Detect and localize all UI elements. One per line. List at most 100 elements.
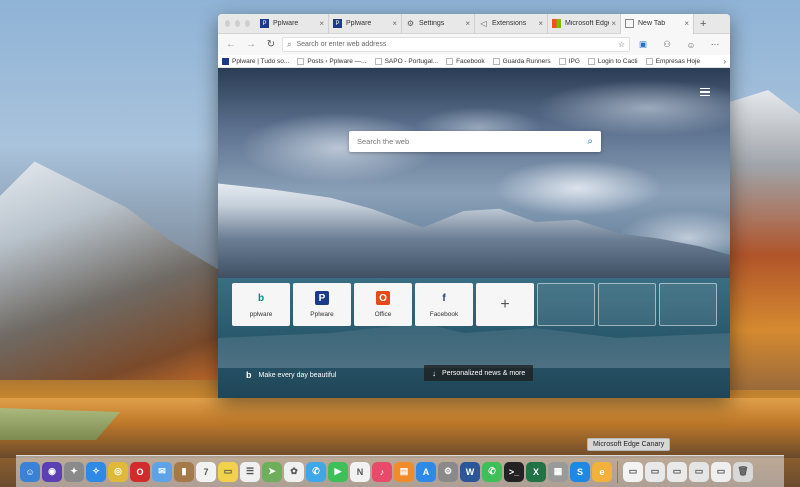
system-preferences-icon[interactable]: ⚙ bbox=[438, 461, 458, 482]
mail-icon[interactable]: ✉ bbox=[152, 461, 172, 482]
empty-site-tile[interactable] bbox=[598, 283, 656, 326]
tab-extensions[interactable]: ◁ Extensions × bbox=[475, 14, 548, 34]
tab-label: Extensions bbox=[492, 20, 527, 27]
doc-2-icon[interactable]: ▭ bbox=[645, 461, 665, 482]
address-bar[interactable]: ⌕ Search or enter web address ☆ bbox=[282, 37, 630, 52]
favorite-link[interactable]: SAPO - Portugal... bbox=[374, 57, 439, 65]
close-icon[interactable]: × bbox=[392, 19, 397, 28]
page-icon bbox=[374, 57, 382, 65]
favorite-label: Posts ‹ Pplware —... bbox=[307, 57, 367, 65]
new-tab-button[interactable]: + bbox=[694, 18, 706, 30]
favorite-label: IPG bbox=[568, 57, 580, 65]
tab-pplware-1[interactable]: P Pplware × bbox=[256, 14, 329, 34]
close-icon[interactable]: × bbox=[538, 19, 543, 28]
favorite-link[interactable]: Guarda Runners bbox=[492, 57, 551, 65]
favorite-label: Empresas Hoje bbox=[655, 57, 701, 65]
page-icon bbox=[446, 57, 454, 65]
stickies-icon[interactable]: ▭ bbox=[218, 461, 238, 482]
add-site-tile[interactable]: + bbox=[476, 283, 534, 326]
top-site-tile-facebook[interactable]: f Facebook bbox=[415, 283, 473, 326]
maps-icon[interactable]: ➤ bbox=[262, 461, 282, 482]
favorites-overflow-chevron-icon[interactable]: › bbox=[723, 57, 726, 66]
terminal-icon[interactable]: >_ bbox=[504, 461, 524, 482]
search-icon[interactable]: ⌕ bbox=[587, 136, 593, 147]
navigation-toolbar: ← → ↻ ⌕ Search or enter web address ☆ ▣ … bbox=[218, 34, 730, 55]
favorite-link[interactable]: IPG bbox=[558, 57, 580, 65]
finder-icon[interactable]: ☺ bbox=[20, 461, 40, 482]
zoom-window-button[interactable] bbox=[245, 20, 250, 27]
tile-label: Pplware bbox=[310, 311, 334, 318]
page-settings-menu-icon[interactable] bbox=[700, 88, 710, 96]
opera-icon[interactable]: O bbox=[130, 461, 150, 482]
desktop-wallpaper-mountain-left bbox=[0, 161, 230, 380]
favorites-bar: Pplware | Tudo so... Posts ‹ Pplware —..… bbox=[218, 55, 730, 68]
page-icon bbox=[645, 57, 653, 65]
favorite-link[interactable]: Empresas Hoje bbox=[645, 57, 701, 65]
close-window-button[interactable] bbox=[225, 20, 230, 27]
reminders-icon[interactable]: ☰ bbox=[240, 461, 260, 482]
word-icon[interactable]: W bbox=[460, 461, 480, 482]
tile-label: Facebook bbox=[429, 311, 459, 318]
search-icon: ⌕ bbox=[287, 39, 292, 49]
back-arrow-icon[interactable]: ← bbox=[222, 39, 240, 50]
more-menu-icon[interactable]: ⋯ bbox=[704, 39, 726, 50]
favorite-label: SAPO - Portugal... bbox=[384, 57, 439, 65]
tab-microsoft-edge[interactable]: Microsoft Edge × bbox=[548, 14, 621, 34]
pplware-icon: P bbox=[333, 19, 342, 28]
doc-3-icon[interactable]: ▭ bbox=[667, 461, 687, 482]
trash-icon[interactable]: 🗑 bbox=[733, 461, 753, 482]
photos-icon[interactable]: ✿ bbox=[284, 461, 304, 482]
books-icon[interactable]: ▤ bbox=[394, 461, 414, 482]
refresh-icon[interactable]: ↻ bbox=[262, 39, 280, 50]
top-site-tile-office[interactable]: O Office bbox=[354, 283, 412, 326]
whatsapp-icon[interactable]: ✆ bbox=[482, 461, 502, 482]
close-icon[interactable]: × bbox=[319, 19, 324, 28]
utility-icon[interactable]: ▦ bbox=[548, 461, 568, 482]
tab-settings[interactable]: ⚙ Settings × bbox=[402, 14, 475, 34]
launchpad-icon[interactable]: ✦ bbox=[64, 461, 84, 482]
desktop-wallpaper-lake bbox=[0, 398, 800, 458]
close-icon[interactable]: × bbox=[611, 19, 616, 28]
reading-view-icon[interactable]: ▣ bbox=[632, 39, 654, 50]
profile-icon[interactable]: ⚇ bbox=[656, 39, 678, 50]
tab-new-tab[interactable]: New Tab × bbox=[621, 14, 694, 34]
notes-book-icon[interactable]: ▮ bbox=[174, 461, 194, 482]
pplware-icon: P bbox=[260, 19, 269, 28]
doc-4-icon[interactable]: ▭ bbox=[689, 461, 709, 482]
facebook-icon: f bbox=[442, 292, 446, 304]
facetime-icon[interactable]: ▶ bbox=[328, 461, 348, 482]
app-store-icon[interactable]: A bbox=[416, 461, 436, 482]
empty-site-tile[interactable] bbox=[659, 283, 717, 326]
tab-pplware-2[interactable]: P Pplware × bbox=[329, 14, 402, 34]
favorite-link[interactable]: Posts ‹ Pplware —... bbox=[297, 57, 367, 65]
web-search-input[interactable]: Search the web ⌕ bbox=[349, 131, 601, 152]
doc-5-icon[interactable]: ▭ bbox=[711, 461, 731, 482]
forward-arrow-icon[interactable]: → bbox=[242, 39, 260, 50]
siri-icon[interactable]: ◉ bbox=[42, 461, 62, 482]
s-app-icon[interactable]: S bbox=[570, 461, 590, 482]
doc-1-icon[interactable]: ▭ bbox=[623, 461, 643, 482]
close-icon[interactable]: × bbox=[465, 19, 470, 28]
favorite-label: Guarda Runners bbox=[502, 57, 551, 65]
personalized-news-button[interactable]: ↓ Personalized news & more bbox=[424, 365, 534, 381]
favorite-link[interactable]: Pplware | Tudo so... bbox=[222, 57, 289, 65]
feedback-smiley-icon[interactable]: ☺ bbox=[680, 40, 702, 50]
calendar-icon[interactable]: 7 bbox=[196, 461, 216, 482]
favorite-link[interactable]: Login to Cacti bbox=[587, 57, 638, 65]
edge-canary-icon[interactable]: e bbox=[592, 461, 612, 482]
empty-site-tile[interactable] bbox=[537, 283, 595, 326]
bing-branding[interactable]: b Make every day beautiful bbox=[246, 370, 336, 380]
minimize-window-button[interactable] bbox=[235, 20, 240, 27]
safari-icon[interactable]: ✧ bbox=[86, 461, 106, 482]
excel-icon[interactable]: X bbox=[526, 461, 546, 482]
favorite-star-icon[interactable]: ☆ bbox=[618, 40, 625, 49]
close-icon[interactable]: × bbox=[684, 19, 689, 28]
chrome-icon[interactable]: ◎ bbox=[108, 461, 128, 482]
news-icon[interactable]: N bbox=[350, 461, 370, 482]
top-site-tile-pplware[interactable]: P Pplware bbox=[293, 283, 351, 326]
window-controls bbox=[218, 20, 256, 27]
music-icon[interactable]: ♪ bbox=[372, 461, 392, 482]
favorite-link[interactable]: Facebook bbox=[446, 57, 485, 65]
top-site-tile-pplware-bing[interactable]: b pplware bbox=[232, 283, 290, 326]
messages-icon[interactable]: ✆ bbox=[306, 461, 326, 482]
